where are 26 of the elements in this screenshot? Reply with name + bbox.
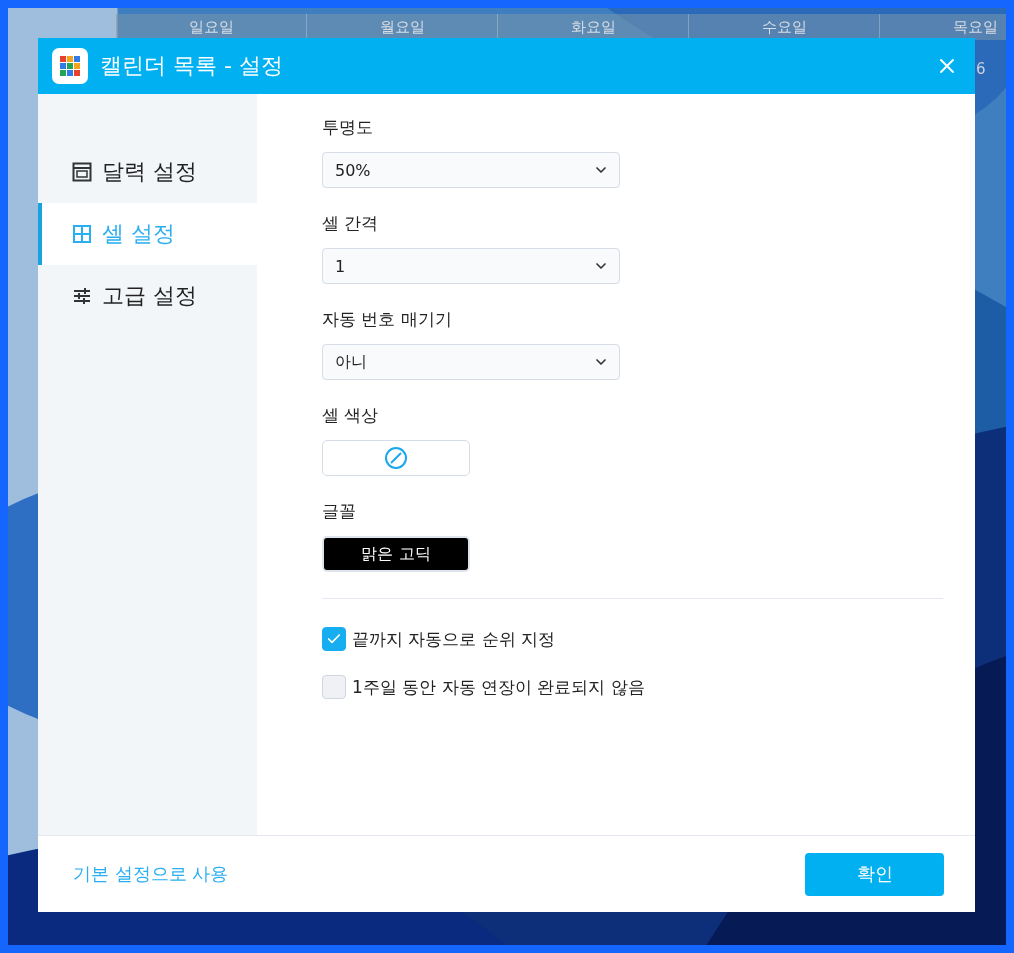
dropdown[interactable]: 1: [322, 248, 620, 284]
checkbox-label: 끝까지 자동으로 순위 지정: [352, 627, 556, 651]
date-number: 6: [976, 60, 986, 78]
field-label: 셀 색상: [322, 404, 380, 427]
color-picker-button[interactable]: [322, 440, 470, 476]
sidebar-item[interactable]: 달력 설정: [38, 141, 257, 203]
sidebar-item[interactable]: 고급 설정: [38, 265, 257, 327]
field-label: 투명도: [322, 116, 374, 139]
no-color-icon: [384, 446, 408, 470]
checkbox-label: 1주일 동안 자동 연장이 완료되지 않음: [352, 675, 645, 699]
checkbox[interactable]: [322, 627, 346, 651]
sliders-icon: [72, 286, 92, 306]
field-label: 글꼴: [322, 500, 357, 523]
sidebar-item-label: 고급 설정: [102, 282, 197, 310]
dropdown[interactable]: 아니: [322, 344, 620, 380]
checkbox[interactable]: [322, 675, 346, 699]
app-logo-icon: [52, 48, 88, 84]
sidebar-item-label: 셀 설정: [102, 220, 175, 248]
font-button[interactable]: 맑은 고딕: [322, 536, 470, 572]
dropdown[interactable]: 50%: [322, 152, 620, 188]
calendar-icon: [72, 162, 92, 182]
field-label: 셀 간격: [322, 212, 380, 235]
grid-icon: [72, 224, 92, 244]
window-title: 캘린더 목록 - 설정: [100, 52, 284, 80]
field-label: 자동 번호 매기기: [322, 308, 453, 331]
sidebar-item-label: 달력 설정: [102, 158, 197, 186]
